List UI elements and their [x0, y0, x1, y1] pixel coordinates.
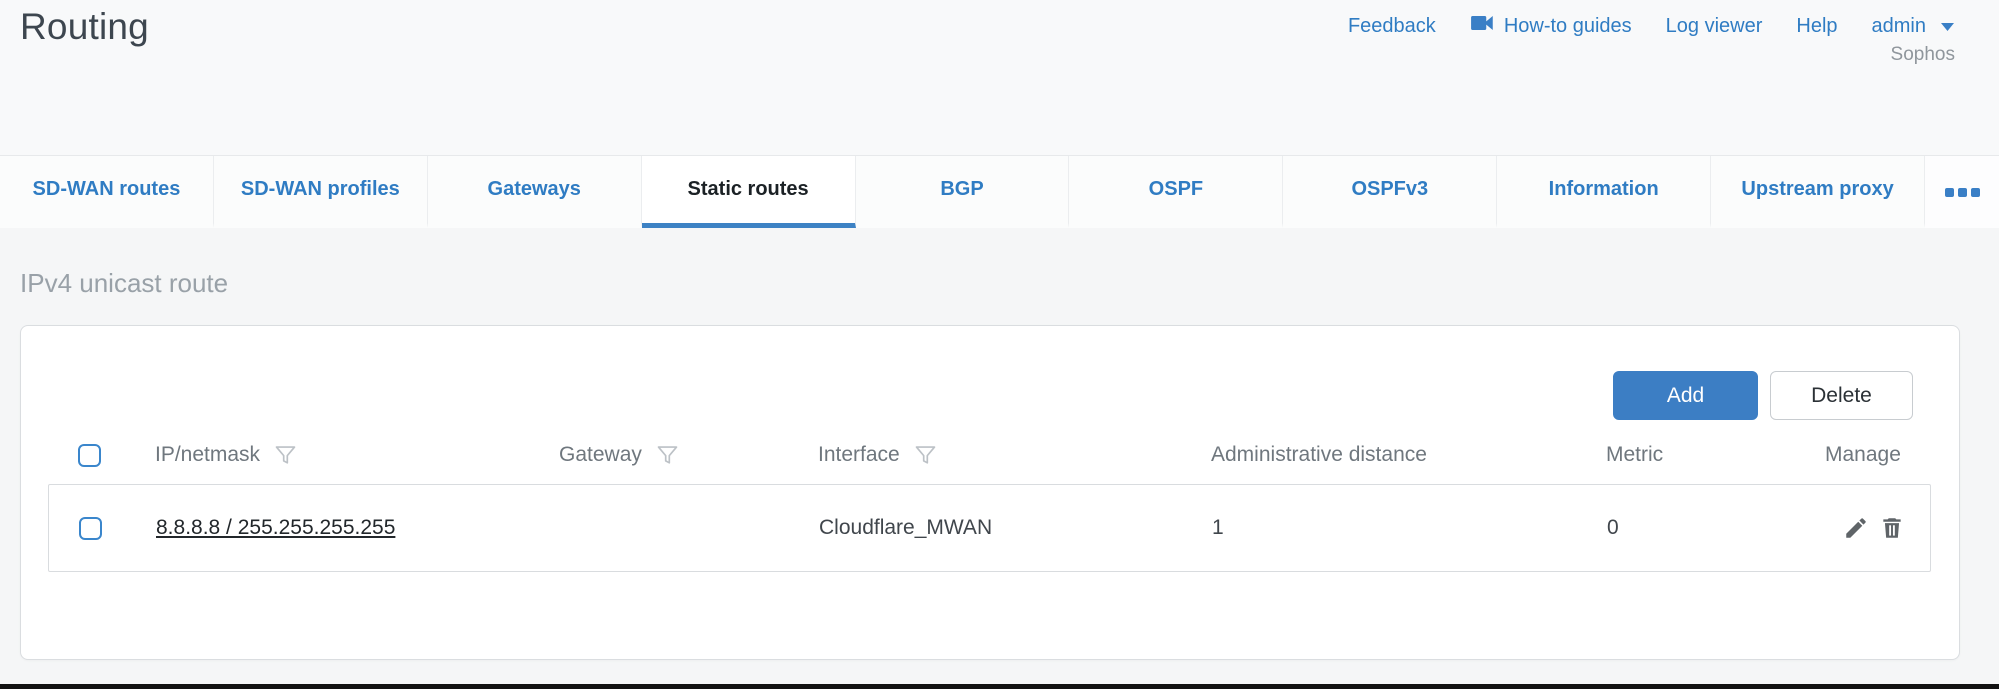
tab-label: Static routes: [688, 178, 809, 201]
tab-ospf[interactable]: OSPF: [1069, 156, 1283, 228]
column-label: IP/netmask: [155, 443, 260, 467]
filter-icon[interactable]: [654, 442, 681, 469]
tab-label: OSPF: [1149, 178, 1203, 201]
video-camera-icon: [1470, 12, 1496, 40]
page-title: Routing: [20, 6, 149, 48]
tab-label: Upstream proxy: [1741, 178, 1893, 201]
column-label: Administrative distance: [1211, 443, 1427, 467]
tab-label: Gateways: [488, 178, 581, 201]
feedback-label: Feedback: [1348, 15, 1436, 38]
admin-label: admin: [1872, 15, 1926, 38]
admin-distance-cell: 1: [1212, 516, 1607, 540]
log-viewer-link[interactable]: Log viewer: [1666, 15, 1763, 38]
feedback-link[interactable]: Feedback: [1348, 15, 1436, 38]
column-label: Gateway: [559, 443, 642, 467]
add-button[interactable]: Add: [1613, 371, 1758, 420]
column-header-metric: Metric: [1606, 443, 1778, 467]
tab-gateways[interactable]: Gateways: [428, 156, 642, 228]
tab-bar: SD-WAN routes SD-WAN profiles Gateways S…: [0, 155, 1999, 228]
column-header-admin-distance: Administrative distance: [1211, 443, 1606, 467]
column-header-ip-netmask: IP/netmask: [155, 442, 559, 469]
admin-menu[interactable]: admin: [1872, 15, 1955, 38]
tab-upstream-proxy[interactable]: Upstream proxy: [1711, 156, 1925, 228]
ellipsis-icon: [1945, 188, 1954, 197]
row-checkbox[interactable]: [79, 517, 102, 540]
ellipsis-icon: [1971, 188, 1980, 197]
tab-ospfv3[interactable]: OSPFv3: [1283, 156, 1497, 228]
edit-pencil-icon[interactable]: [1843, 515, 1869, 541]
brand-label: Sophos: [1891, 44, 1955, 66]
help-link[interactable]: Help: [1796, 15, 1837, 38]
tab-label: SD-WAN profiles: [241, 178, 400, 201]
table-header: IP/netmask Gateway Interface: [48, 438, 1931, 472]
column-label: Metric: [1606, 443, 1663, 467]
window-bottom-edge: [0, 684, 1999, 689]
metric-cell: 0: [1607, 516, 1779, 540]
column-label: Manage: [1825, 443, 1901, 467]
column-header-manage: Manage: [1778, 443, 1931, 467]
filter-icon[interactable]: [272, 442, 299, 469]
manage-cell: [1779, 515, 1930, 541]
interface-cell: Cloudflare_MWAN: [819, 516, 1212, 540]
tab-sdwan-routes[interactable]: SD-WAN routes: [0, 156, 214, 228]
ipv4-unicast-route-panel: Add Delete IP/netmask Gateway: [20, 325, 1960, 660]
table-row: 8.8.8.8 / 255.255.255.255 Cloudflare_MWA…: [48, 484, 1931, 572]
howto-guides-link[interactable]: How-to guides: [1470, 12, 1632, 40]
ip-netmask-link[interactable]: 8.8.8.8 / 255.255.255.255: [156, 516, 395, 539]
delete-button[interactable]: Delete: [1770, 371, 1913, 420]
howto-guides-label: How-to guides: [1504, 15, 1632, 38]
tab-label: Information: [1549, 178, 1659, 201]
help-label: Help: [1796, 15, 1837, 38]
tab-label: OSPFv3: [1351, 178, 1428, 201]
toolbar: Add Delete: [1613, 371, 1913, 420]
tab-label: SD-WAN routes: [33, 178, 181, 201]
tab-bgp[interactable]: BGP: [856, 156, 1070, 228]
ellipsis-icon: [1958, 188, 1967, 197]
select-all-checkbox[interactable]: [78, 444, 101, 467]
column-header-interface: Interface: [818, 442, 1211, 469]
tabs-overflow-button[interactable]: [1925, 156, 1999, 228]
column-header-gateway: Gateway: [559, 442, 818, 469]
tab-information[interactable]: Information: [1497, 156, 1711, 228]
filter-icon[interactable]: [912, 442, 939, 469]
tab-static-routes[interactable]: Static routes: [642, 156, 856, 228]
chevron-down-icon: [1940, 15, 1955, 38]
log-viewer-label: Log viewer: [1666, 15, 1763, 38]
content-area: IPv4 unicast route Add Delete IP/netmask…: [0, 228, 1999, 689]
routing-page: Routing Feedback How-to guides Log viewe…: [0, 0, 1999, 689]
section-title: IPv4 unicast route: [20, 268, 228, 299]
tab-label: BGP: [940, 178, 983, 201]
column-label: Interface: [818, 443, 900, 467]
delete-trash-icon[interactable]: [1879, 515, 1905, 541]
top-nav: Feedback How-to guides Log viewer Help a…: [1348, 12, 1955, 40]
tab-sdwan-profiles[interactable]: SD-WAN profiles: [214, 156, 428, 228]
